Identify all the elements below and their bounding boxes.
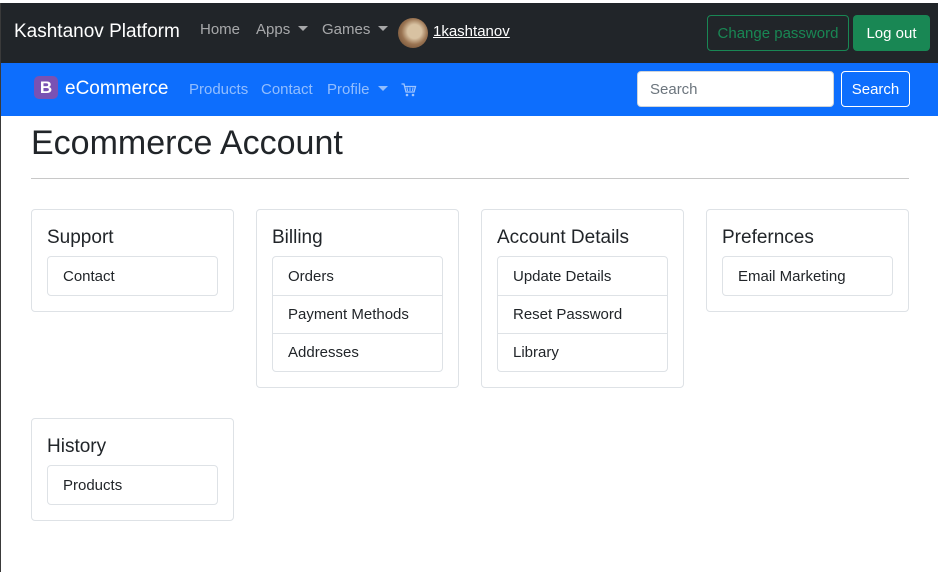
card-title: History — [47, 436, 107, 457]
logout-button[interactable]: Log out — [853, 15, 930, 51]
preferences-card: Prefernces Email Marketing — [706, 209, 909, 312]
username-link[interactable]: 1kashtanov — [433, 23, 510, 40]
preferences-list: Email Marketing — [722, 256, 893, 296]
change-password-button[interactable]: Change password — [707, 15, 849, 51]
chevron-down-icon — [377, 86, 388, 92]
avatar[interactable] — [398, 18, 428, 48]
nav-profile-label: Profile — [327, 81, 370, 98]
list-item-library[interactable]: Library — [498, 333, 667, 371]
account-details-card: Account Details Update Details Reset Pas… — [481, 209, 684, 388]
ecommerce-brand[interactable]: eCommerce — [65, 78, 168, 100]
search-input[interactable] — [637, 71, 834, 107]
page-title: Ecommerce Account — [31, 124, 343, 162]
nav-profile-dropdown[interactable]: Profile — [327, 81, 388, 98]
card-title: Billing — [272, 227, 323, 248]
nav-contact-link[interactable]: Contact — [261, 81, 313, 98]
account-details-list: Update Details Reset Password Library — [497, 256, 668, 372]
nav-games-dropdown[interactable]: Games — [322, 21, 389, 38]
title-divider — [31, 178, 909, 179]
list-item-reset-password[interactable]: Reset Password — [498, 295, 667, 333]
cart-icon[interactable] — [401, 83, 417, 97]
nav-apps-dropdown[interactable]: Apps — [256, 21, 309, 38]
list-item-payment-methods[interactable]: Payment Methods — [273, 295, 442, 333]
support-card: Support Contact — [31, 209, 234, 312]
search-button[interactable]: Search — [841, 71, 910, 107]
top-navbar: Kashtanov Platform Home Apps Games 1kash… — [0, 3, 938, 63]
nav-home-link[interactable]: Home — [200, 21, 240, 38]
ecommerce-navbar: B eCommerce Products Contact Profile Sea… — [0, 63, 938, 116]
card-title: Support — [47, 227, 114, 248]
nav-apps-label: Apps — [256, 21, 291, 38]
platform-brand[interactable]: Kashtanov Platform — [14, 21, 180, 43]
list-item-contact[interactable]: Contact — [48, 257, 217, 295]
nav-products-link[interactable]: Products — [189, 81, 248, 98]
window-edge — [0, 116, 1, 572]
chevron-down-icon — [298, 26, 309, 32]
history-card: History Products — [31, 418, 234, 521]
chevron-down-icon — [378, 26, 389, 32]
nav-games-label: Games — [322, 21, 371, 38]
billing-card: Billing Orders Payment Methods Addresses — [256, 209, 459, 388]
list-item-email-marketing[interactable]: Email Marketing — [723, 257, 892, 295]
billing-list: Orders Payment Methods Addresses — [272, 256, 443, 372]
history-list: Products — [47, 465, 218, 505]
list-item-addresses[interactable]: Addresses — [273, 333, 442, 371]
list-item-orders[interactable]: Orders — [273, 257, 442, 295]
card-title: Prefernces — [722, 227, 814, 248]
list-item-products[interactable]: Products — [48, 466, 217, 504]
list-item-update-details[interactable]: Update Details — [498, 257, 667, 295]
support-list: Contact — [47, 256, 218, 296]
card-title: Account Details — [497, 227, 630, 248]
bootstrap-logo-icon[interactable]: B — [34, 76, 58, 99]
